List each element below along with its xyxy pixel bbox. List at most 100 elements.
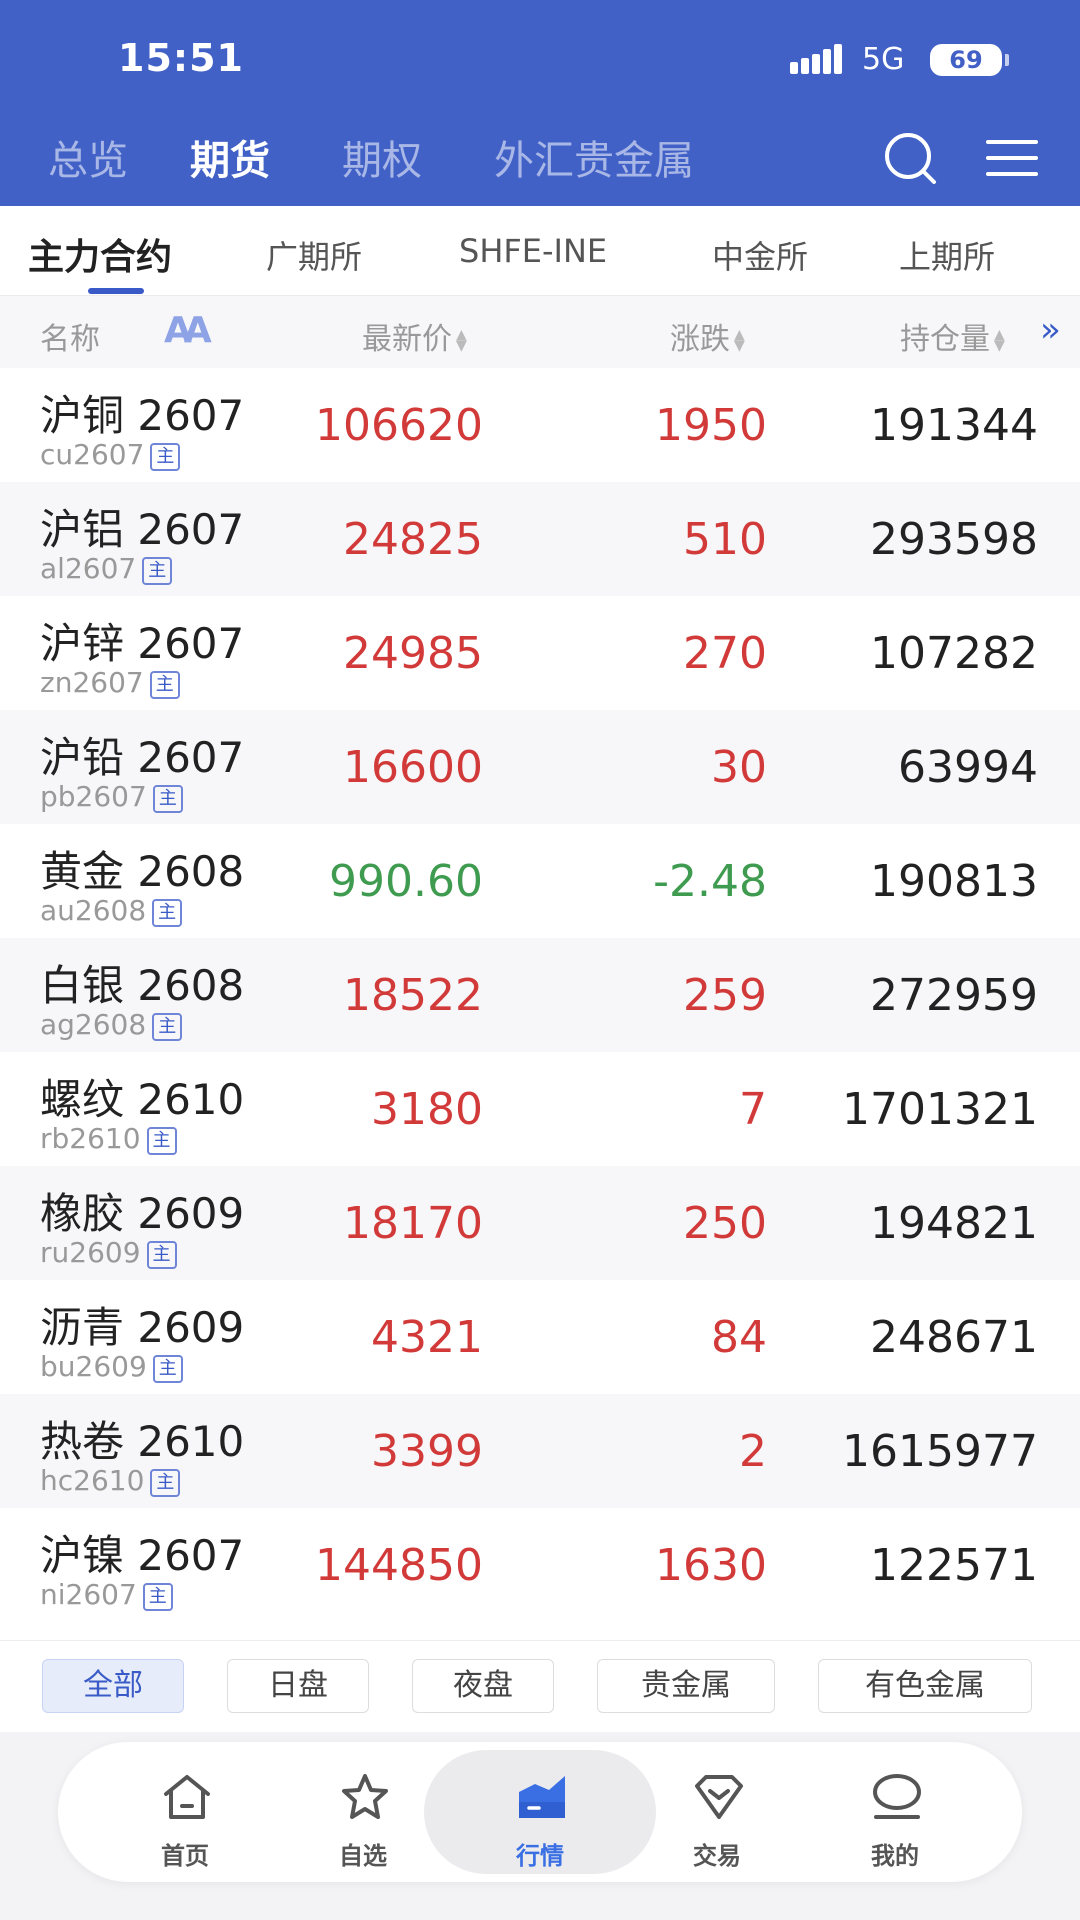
network-type: 5G (862, 42, 905, 77)
main-contract-badge: 主 (152, 1355, 183, 1383)
nav-market[interactable]: 行情 (465, 1742, 615, 1882)
nav-watchlist-label: 自选 (339, 1842, 387, 1870)
signal-strength-icon (790, 44, 844, 74)
table-row[interactable]: 沥青 2609 bu2609 主 4321 84 248671 (0, 1280, 1080, 1394)
contract-code: hc2610 主 (40, 1464, 181, 1497)
latest-price: 3180 (371, 1084, 483, 1135)
open-interest: 191344 (870, 400, 1038, 451)
filter-night-session[interactable]: 夜盘 (412, 1659, 554, 1713)
font-size-icon[interactable]: AA (164, 310, 212, 351)
sub-tab-main-contracts[interactable]: 主力合约 (28, 228, 172, 280)
main-contract-badge: 主 (152, 899, 183, 927)
filter-bar: 全部 日盘 夜盘 贵金属 有色金属 (0, 1640, 1080, 1732)
price-change: 510 (683, 514, 767, 565)
sub-tab-shfe[interactable]: 上期所 (899, 232, 995, 278)
contract-code-text: bu2609 (40, 1350, 147, 1383)
open-interest: 122571 (870, 1540, 1038, 1591)
nav-watchlist[interactable]: 自选 (288, 1742, 438, 1882)
main-contract-badge: 主 (142, 557, 173, 585)
table-row[interactable]: 白银 2608 ag2608 主 18522 259 272959 (0, 938, 1080, 1052)
contract-name: 沪铝 2607 (40, 505, 245, 554)
contract-name: 黄金 2608 (40, 847, 245, 896)
filter-precious-metals[interactable]: 贵金属 (597, 1659, 775, 1713)
contract-code: bu2609 主 (40, 1350, 183, 1383)
table-row[interactable]: 沪铅 2607 pb2607 主 16600 30 63994 (0, 710, 1080, 824)
open-interest: 63994 (898, 742, 1038, 793)
sub-tab-gfex[interactable]: 广期所 (266, 232, 362, 278)
main-contract-badge: 主 (142, 1583, 173, 1611)
latest-price: 24985 (343, 628, 483, 679)
contract-name: 沪铅 2607 (40, 733, 245, 782)
main-contract-badge: 主 (146, 1127, 177, 1155)
price-change: 7 (739, 1084, 767, 1135)
open-interest: 1615977 (842, 1426, 1038, 1477)
col-price[interactable]: 最新价 ▲ ▼ (362, 314, 467, 358)
main-contract-badge: 主 (150, 443, 181, 471)
nav-market-label: 行情 (516, 1842, 564, 1870)
contract-code: cu2607 主 (40, 438, 181, 471)
latest-price: 18522 (343, 970, 483, 1021)
nav-trade-label: 交易 (693, 1842, 741, 1870)
battery-icon: 69 (930, 44, 1009, 76)
sub-tab-shfe-ine[interactable]: SHFE-INE (459, 232, 607, 270)
latest-price: 4321 (371, 1312, 483, 1363)
price-change: 30 (711, 742, 767, 793)
search-icon[interactable] (882, 130, 938, 186)
main-tab-forex-metals[interactable]: 外汇贵金属 (494, 128, 694, 186)
filter-nonferrous-metals[interactable]: 有色金属 (818, 1659, 1032, 1713)
contract-list: 沪铜 2607 cu2607 主 106620 1950 191344 沪铝 26… (0, 368, 1080, 1628)
contract-code-text: cu2607 (40, 438, 145, 471)
price-change: -2.48 (653, 856, 767, 907)
contract-name: 沥青 2609 (40, 1303, 245, 1352)
chevron-double-right-icon[interactable]: » (1040, 310, 1061, 350)
contract-code-text: au2608 (40, 894, 147, 927)
contract-name: 橡胶 2609 (40, 1189, 245, 1238)
contract-code: zn2607 主 (40, 666, 180, 699)
table-row[interactable]: 橡胶 2609 ru2609 主 18170 250 194821 (0, 1166, 1080, 1280)
main-tab-futures[interactable]: 期货 (190, 128, 270, 186)
sub-tab-cffex[interactable]: 中金所 (712, 232, 808, 278)
open-interest: 248671 (870, 1312, 1038, 1363)
main-contract-badge: 主 (146, 1241, 177, 1269)
profile-icon (873, 1774, 921, 1819)
table-row[interactable]: 沪铝 2607 al2607 主 24825 510 293598 (0, 482, 1080, 596)
contract-code-text: rb2610 (40, 1122, 141, 1155)
main-contract-badge: 主 (149, 671, 180, 699)
col-change[interactable]: 涨跌 ▲ ▼ (670, 314, 745, 358)
filter-all[interactable]: 全部 (42, 1659, 184, 1713)
table-row[interactable]: 热卷 2610 hc2610 主 3399 2 1615977 (0, 1394, 1080, 1508)
menu-icon[interactable] (984, 130, 1040, 186)
nav-home[interactable]: 首页 (110, 1742, 260, 1882)
filter-day-session[interactable]: 日盘 (227, 1659, 369, 1713)
contract-code: ru2609 主 (40, 1236, 177, 1269)
table-row[interactable]: 螺纹 2610 rb2610 主 3180 7 1701321 (0, 1052, 1080, 1166)
col-open-interest[interactable]: 持仓量 ▲ ▼ (900, 314, 1005, 358)
sort-icon: ▲ ▼ (734, 326, 745, 354)
table-row[interactable]: 沪锌 2607 zn2607 主 24985 270 107282 (0, 596, 1080, 710)
table-row[interactable]: 黄金 2608 au2608 主 990.60 -2.48 190813 (0, 824, 1080, 938)
diamond-icon (695, 1775, 743, 1819)
contract-code-text: ag2608 (40, 1008, 147, 1041)
contract-code-text: al2607 (40, 552, 137, 585)
market-chart-icon (519, 1776, 565, 1818)
contract-name: 沪镍 2607 (40, 1531, 245, 1580)
price-change: 250 (683, 1198, 767, 1249)
latest-price: 3399 (371, 1426, 483, 1477)
table-row[interactable]: 沪铜 2607 cu2607 主 106620 1950 191344 (0, 368, 1080, 482)
latest-price: 106620 (315, 400, 483, 451)
nav-home-label: 首页 (161, 1842, 209, 1870)
table-row[interactable]: 沪镍 2607 ni2607 主 144850 1630 122571 (0, 1508, 1080, 1622)
open-interest: 190813 (870, 856, 1038, 907)
contract-name: 热卷 2610 (40, 1417, 245, 1466)
price-change: 259 (683, 970, 767, 1021)
main-tab-overview[interactable]: 总览 (48, 128, 128, 186)
nav-profile[interactable]: 我的 (820, 1742, 970, 1882)
main-tab-options[interactable]: 期权 (342, 128, 422, 186)
sort-icon: ▲ ▼ (456, 326, 467, 354)
nav-profile-label: 我的 (871, 1842, 919, 1870)
open-interest: 1701321 (842, 1084, 1038, 1135)
main-contract-badge: 主 (152, 1013, 183, 1041)
price-change: 1950 (655, 400, 767, 451)
bottom-area: 首页 自选 行情 交易 我的 (0, 1732, 1080, 1920)
nav-trade[interactable]: 交易 (642, 1742, 792, 1882)
